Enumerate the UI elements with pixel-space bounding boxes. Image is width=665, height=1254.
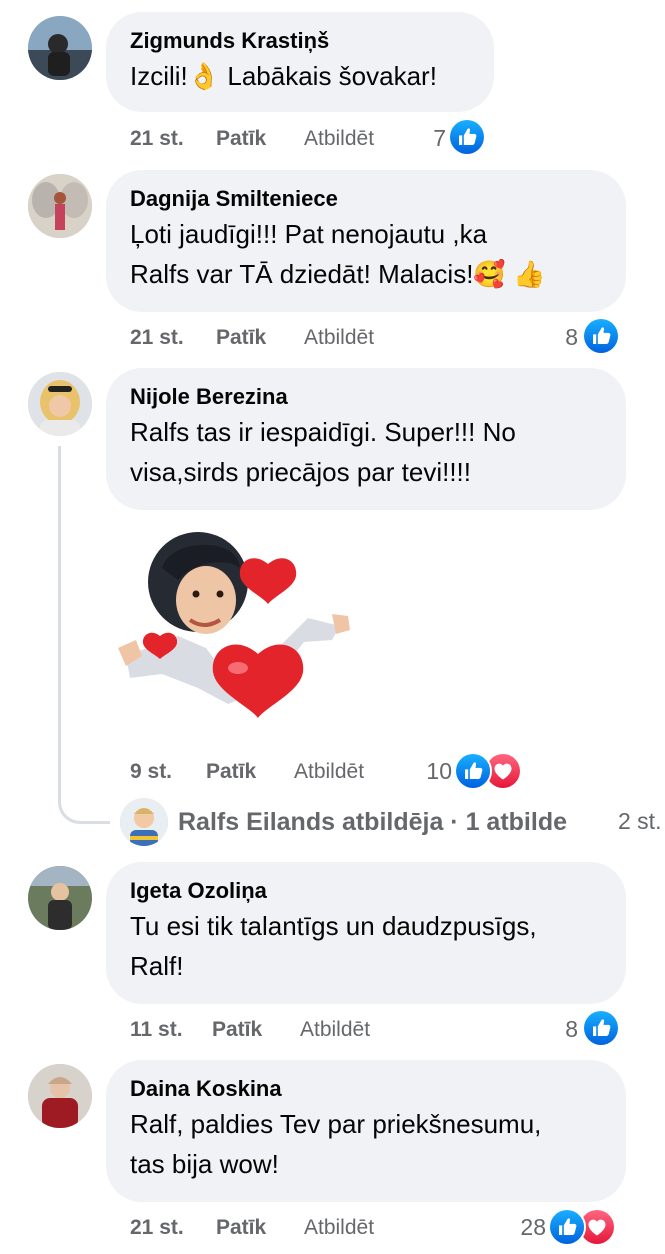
comment-time[interactable]: 21 st. xyxy=(130,127,184,151)
thread-connector xyxy=(58,446,110,824)
avatar[interactable] xyxy=(28,372,92,436)
reply-button[interactable]: Atbildēt xyxy=(304,326,374,350)
replies-time: 2 st. xyxy=(618,808,662,834)
like-button[interactable]: Patīk xyxy=(206,760,256,784)
comment-author[interactable]: Zigmunds Krastiņš xyxy=(130,26,470,56)
comment-text-line: Ralf! xyxy=(130,951,184,981)
like-icon xyxy=(582,317,620,355)
like-button[interactable]: Patīk xyxy=(212,1018,262,1042)
comment-author[interactable]: Igeta Ozoliņa xyxy=(130,876,602,906)
comment-bubble: Nijole Berezina Ralfs tas ir iespaidīgi.… xyxy=(106,368,626,510)
comment-bubble: Zigmunds Krastiņš Izcili!👌 Labākais šova… xyxy=(106,12,494,112)
comment-time[interactable]: 9 st. xyxy=(130,760,172,784)
reaction-count[interactable]: 7 xyxy=(410,125,446,152)
comment-bubble: Daina Koskina Ralf, paldies Tev par prie… xyxy=(106,1060,626,1202)
comment-author[interactable]: Nijole Berezina xyxy=(130,382,602,412)
comment-text-line: Tu esi tik talantīgs un daudzpusīgs, xyxy=(130,911,537,941)
avatar-hearts-sticker[interactable] xyxy=(118,528,350,728)
like-icon xyxy=(582,1009,620,1047)
comment-time[interactable]: 21 st. xyxy=(130,1216,184,1240)
comment-text-line: Ralfs var TĀ dziedāt! Malacis!🥰 👍 xyxy=(130,259,546,289)
reaction-count[interactable]: 8 xyxy=(542,1016,578,1043)
reply-button[interactable]: Atbildēt xyxy=(294,760,364,784)
like-button[interactable]: Patīk xyxy=(216,326,266,350)
comment-text-line: visa,sirds priecājos par tevi!!!! xyxy=(130,457,472,487)
comment-time[interactable]: 11 st. xyxy=(130,1018,183,1042)
comment-time[interactable]: 21 st. xyxy=(130,326,184,350)
replies-link[interactable]: Ralfs Eilands atbildēja · 1 atbilde 2 st… xyxy=(120,796,665,848)
comment-text-line: tas bija wow! xyxy=(130,1149,279,1179)
like-icon xyxy=(454,752,492,790)
avatar[interactable] xyxy=(28,866,92,930)
avatar[interactable] xyxy=(28,16,92,80)
replies-text[interactable]: Ralfs Eilands atbildēja · 1 atbilde xyxy=(178,808,567,837)
avatar xyxy=(120,798,168,846)
reply-button[interactable]: Atbildēt xyxy=(304,1216,374,1240)
like-icon xyxy=(548,1208,586,1246)
avatar[interactable] xyxy=(28,174,92,238)
comment-text-line: Ļoti jaudīgi!!! Pat nenojautu ,ka xyxy=(130,219,488,249)
reply-button[interactable]: Atbildēt xyxy=(300,1018,370,1042)
comment-text-line: Ralf, paldies Tev par priekšnesumu, xyxy=(130,1109,542,1139)
comment-bubble: Igeta Ozoliņa Tu esi tik talantīgs un da… xyxy=(106,862,626,1004)
comment-author[interactable]: Daina Koskina xyxy=(130,1074,602,1104)
reply-button[interactable]: Atbildēt xyxy=(304,127,374,151)
avatar[interactable] xyxy=(28,1064,92,1128)
comment-bubble: Dagnija Smilteniece Ļoti jaudīgi!!! Pat … xyxy=(106,170,626,312)
like-button[interactable]: Patīk xyxy=(216,1216,266,1240)
comment-author[interactable]: Dagnija Smilteniece xyxy=(130,184,602,214)
like-button[interactable]: Patīk xyxy=(216,127,266,151)
like-icon xyxy=(448,118,486,156)
reaction-count[interactable]: 10 xyxy=(408,758,452,785)
comment-text-line: Ralfs tas ir iespaidīgi. Super!!! No xyxy=(130,417,516,447)
reaction-count[interactable]: 28 xyxy=(506,1214,546,1241)
reaction-count[interactable]: 8 xyxy=(542,324,578,351)
comment-text: Izcili!👌 Labākais šovakar! xyxy=(130,61,437,91)
